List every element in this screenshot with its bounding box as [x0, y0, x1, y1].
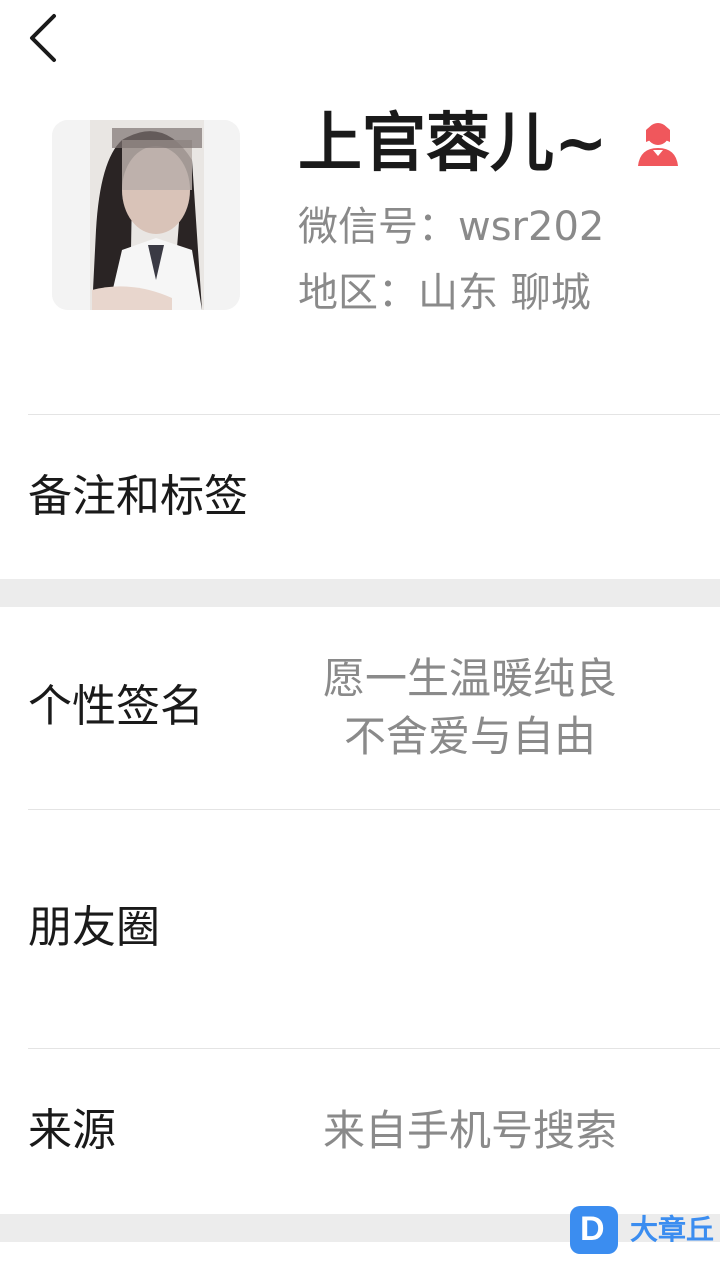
watermark: D 大章丘	[570, 1206, 720, 1256]
avatar[interactable]	[52, 120, 240, 310]
signature-line-2: 不舍爱与自由	[343, 712, 596, 761]
source-value: 来自手机号搜索	[322, 1106, 617, 1155]
watermark-logo-letter: D	[580, 1210, 605, 1248]
back-arrow-icon	[30, 14, 56, 62]
female-user-icon	[634, 120, 682, 168]
remark-tags-row[interactable]: 备注和标签	[0, 415, 720, 579]
watermark-logo-icon: D	[570, 1206, 618, 1254]
wechat-id: 微信号：wsr202	[298, 204, 605, 250]
source-label: 来源	[28, 1105, 116, 1156]
back-button[interactable]	[18, 8, 78, 68]
moments-row[interactable]: 朋友圈	[0, 810, 720, 1048]
signature-row: 个性签名 愿一生温暖纯良 不舍爱与自由	[0, 607, 720, 809]
region: 地区：山东 聊城	[298, 270, 591, 316]
remark-tags-label: 备注和标签	[28, 471, 248, 522]
contact-profile-screen: 上官蓉儿~ 微信号：wsr202 地区：山东 聊城 备注和标签 个性签名 愿一生…	[0, 0, 720, 1280]
source-row: 来源 来自手机号搜索	[0, 1049, 720, 1214]
section-gap	[0, 579, 720, 607]
signature-label: 个性签名	[28, 681, 204, 732]
contact-name: 上官蓉儿~	[298, 107, 608, 181]
moments-label: 朋友圈	[28, 902, 160, 953]
watermark-text: 大章丘	[630, 1213, 715, 1246]
signature-line-1: 愿一生温暖纯良	[322, 654, 617, 703]
